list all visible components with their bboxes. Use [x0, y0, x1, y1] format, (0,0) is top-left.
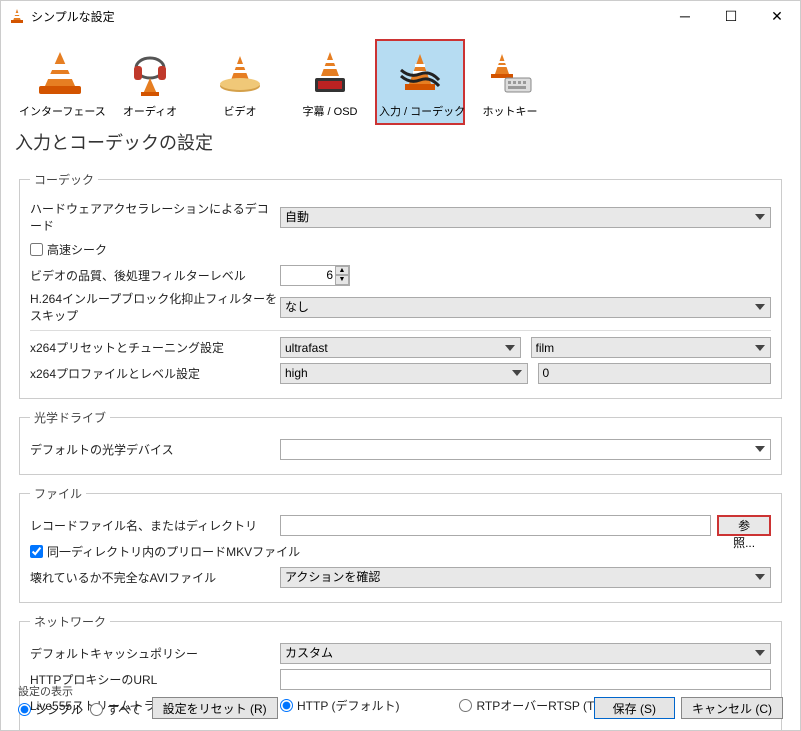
tab-label: ビデオ: [199, 103, 281, 119]
group-codec: コーデック ハードウェアアクセラレーションによるデコード 自動 高速シーク ビデ…: [19, 171, 782, 399]
group-network-legend: ネットワーク: [30, 613, 110, 630]
audio-icon: [109, 45, 191, 101]
tab-label: オーディオ: [109, 103, 191, 119]
tab-input-codecs[interactable]: 入力 / コーデック: [375, 39, 465, 125]
h264skip-label: H.264インループブロック化抑止フィルターをスキップ: [30, 290, 280, 324]
preload-mkv-label: 同一ディレクトリ内のプリロードMKVファイル: [47, 543, 300, 560]
avi-label: 壊れているか不完全なAVIファイル: [30, 569, 280, 586]
spin-down-icon[interactable]: ▼: [335, 275, 349, 285]
tab-hotkeys[interactable]: ホットキー: [465, 39, 555, 125]
all-radio-label: すべて: [107, 701, 142, 718]
simple-radio[interactable]: シンプル: [18, 701, 83, 718]
hotkeys-icon: [469, 45, 551, 101]
h264skip-combo[interactable]: なし: [280, 297, 771, 318]
group-optical-legend: 光学ドライブ: [30, 409, 110, 426]
tab-label: 入力 / コーデック: [379, 103, 461, 119]
cache-label: デフォルトキャッシュポリシー: [30, 645, 280, 662]
interface-icon: [19, 45, 101, 101]
fastseek-label: 高速シーク: [47, 241, 107, 258]
hwdecode-label: ハードウェアアクセラレーションによるデコード: [30, 200, 280, 234]
record-label: レコードファイル名、またはディレクトリ: [30, 517, 280, 534]
preload-mkv-checkbox[interactable]: 同一ディレクトリ内のプリロードMKVファイル: [30, 543, 300, 560]
all-radio[interactable]: すべて: [90, 701, 142, 718]
pp-spinbox[interactable]: ▲▼: [280, 265, 350, 286]
show-settings-label: 設定の表示: [18, 683, 142, 699]
browse-button[interactable]: 参照...: [717, 515, 771, 536]
tab-subtitles[interactable]: 字幕 / OSD: [285, 39, 375, 125]
x264profile-combo[interactable]: high: [280, 363, 528, 384]
optical-default-combo[interactable]: [280, 439, 771, 460]
x264preset-label: x264プリセットとチューニング設定: [30, 339, 280, 356]
tab-interface[interactable]: インターフェース: [15, 39, 105, 125]
tab-video[interactable]: ビデオ: [195, 39, 285, 125]
cache-combo[interactable]: カスタム: [280, 643, 771, 664]
maximize-button[interactable]: ☐: [708, 1, 754, 31]
tab-label: インターフェース: [19, 103, 101, 119]
tab-label: 字幕 / OSD: [289, 103, 371, 119]
group-optical: 光学ドライブ デフォルトの光学デバイス: [19, 409, 782, 475]
page-heading: 入力とコーデックの設定: [1, 125, 800, 161]
pp-label: ビデオの品質、後処理フィルターレベル: [30, 267, 280, 284]
fastseek-checkbox[interactable]: 高速シーク: [30, 241, 107, 258]
minimize-button[interactable]: ─: [662, 1, 708, 31]
group-file-legend: ファイル: [30, 485, 86, 502]
input-codecs-icon: [379, 45, 461, 101]
cancel-button[interactable]: キャンセル (C): [681, 697, 783, 719]
x264profile-label: x264プロファイルとレベル設定: [30, 365, 280, 382]
group-codec-legend: コーデック: [30, 171, 98, 188]
x264level-input[interactable]: [538, 363, 772, 384]
category-toolbar: インターフェース オーディオ ビデオ 字幕 / OSD 入力 / コーデック ホ…: [1, 31, 800, 125]
app-icon: [9, 8, 25, 24]
titlebar: シンプルな設定 ─ ☐ ✕: [1, 1, 800, 31]
simple-radio-label: シンプル: [35, 701, 83, 718]
close-button[interactable]: ✕: [754, 1, 800, 31]
hwdecode-combo[interactable]: 自動: [280, 207, 771, 228]
spin-up-icon[interactable]: ▲: [335, 266, 349, 276]
video-icon: [199, 45, 281, 101]
reset-button[interactable]: 設定をリセット (R): [152, 697, 278, 719]
tab-label: ホットキー: [469, 103, 551, 119]
window-title: シンプルな設定: [31, 8, 662, 25]
optical-default-label: デフォルトの光学デバイス: [30, 441, 280, 458]
save-button[interactable]: 保存 (S): [594, 697, 675, 719]
avi-combo[interactable]: アクションを確認: [280, 567, 771, 588]
group-file: ファイル レコードファイル名、またはディレクトリ 参照... 同一ディレクトリ内…: [19, 485, 782, 603]
record-input[interactable]: [280, 515, 711, 536]
show-settings-group: 設定の表示 シンプル すべて: [18, 683, 142, 719]
x264tune-combo[interactable]: film: [531, 337, 772, 358]
x264preset-combo[interactable]: ultrafast: [280, 337, 521, 358]
tab-audio[interactable]: オーディオ: [105, 39, 195, 125]
subtitles-icon: [289, 45, 371, 101]
